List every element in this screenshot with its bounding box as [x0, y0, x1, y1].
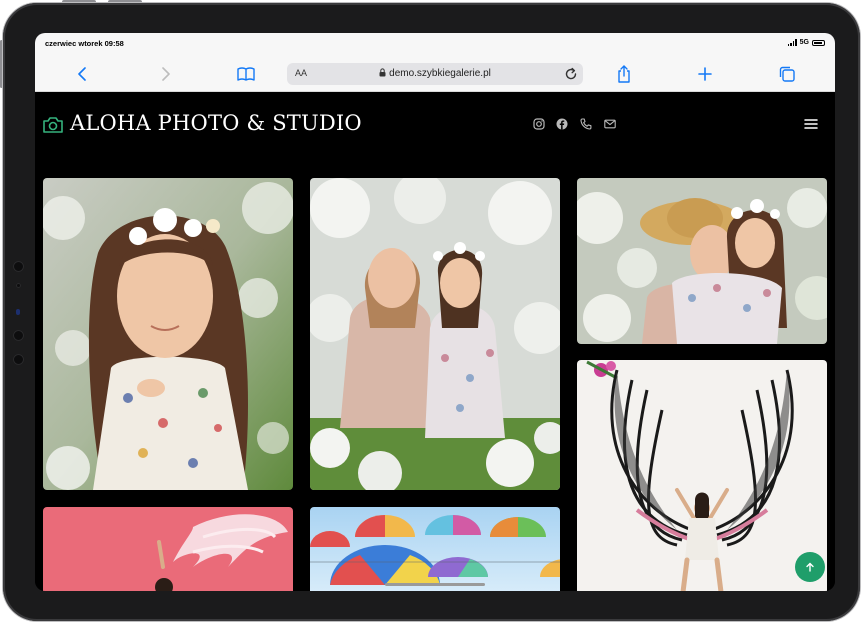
home-indicator[interactable] [385, 583, 485, 586]
photo-angel-wings-mural [577, 360, 827, 591]
camera-sensor [16, 283, 21, 288]
camera-sensor [13, 330, 24, 341]
tabs-overview-icon[interactable] [777, 64, 797, 84]
gallery-photo[interactable] [43, 178, 293, 490]
bookmarks-icon[interactable] [236, 64, 256, 84]
device-screen: czerwiec wtorek 09:58 5G AA demo.szybkie… [35, 33, 835, 591]
menu-icon[interactable] [804, 118, 818, 130]
share-icon[interactable] [614, 64, 634, 84]
camera-lens [16, 309, 20, 315]
camera-icon[interactable] [42, 114, 64, 136]
camera-sensor [13, 354, 24, 365]
status-bar: czerwiec wtorek 09:58 5G [35, 33, 835, 57]
instagram-icon[interactable] [533, 118, 545, 130]
photo-mother-daughter-blossoms [310, 178, 560, 490]
scroll-to-top-button[interactable] [795, 552, 825, 582]
forward-icon[interactable] [155, 64, 175, 84]
photo-pink-wing-mural [43, 507, 293, 591]
gallery-photo[interactable] [310, 178, 560, 490]
signal-icon [787, 39, 797, 46]
photo-rainbow-umbrellas [310, 507, 560, 591]
web-page: ALOHA PHOTO & STUDIO [35, 92, 835, 591]
back-icon[interactable] [73, 64, 93, 84]
mail-icon[interactable] [604, 118, 616, 130]
site-brand[interactable]: ALOHA PHOTO & STUDIO [70, 111, 362, 135]
phone-icon[interactable] [580, 118, 592, 130]
url-text: demo.szybkiegalerie.pl [389, 68, 491, 79]
facebook-icon[interactable] [556, 118, 568, 130]
gallery-photo[interactable] [577, 178, 827, 344]
gallery-photo[interactable] [310, 507, 560, 591]
battery-icon [812, 39, 825, 46]
status-indicators: 5G [787, 39, 825, 46]
new-tab-icon[interactable] [695, 64, 715, 84]
reload-icon[interactable] [563, 66, 579, 82]
gallery-photo[interactable] [577, 360, 827, 591]
status-time: czerwiec wtorek 09:58 [45, 39, 124, 48]
photo-mother-hat-hug [577, 178, 827, 344]
browser-toolbar: AA demo.szybkiegalerie.pl [35, 57, 835, 92]
arrow-up-icon [806, 562, 814, 572]
network-label: 5G [799, 39, 809, 46]
camera-sensor [13, 261, 24, 272]
address-bar[interactable]: AA demo.szybkiegalerie.pl [287, 63, 583, 85]
address-url: demo.szybkiegalerie.pl [287, 68, 583, 79]
lock-icon [379, 68, 386, 77]
gallery-photo[interactable] [43, 507, 293, 591]
photo-girl-flower-crown [43, 178, 293, 490]
